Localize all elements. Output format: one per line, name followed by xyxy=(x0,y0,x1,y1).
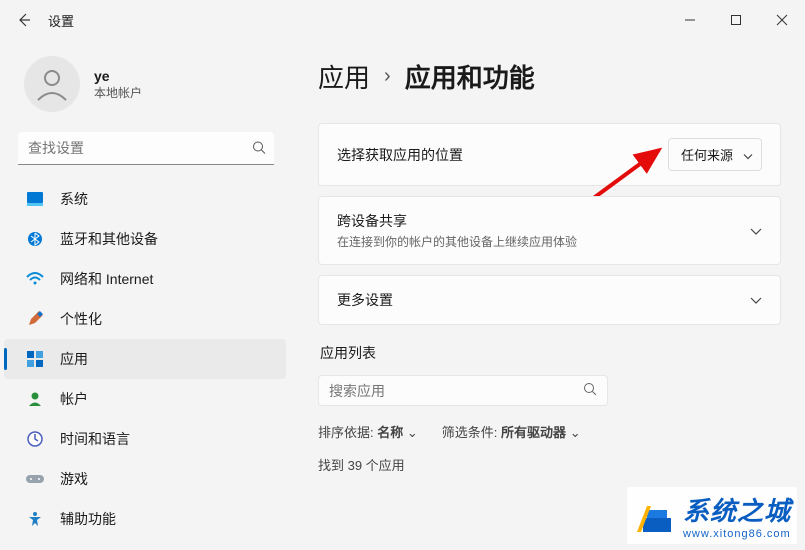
chevron-down-icon: ⌄ xyxy=(407,425,418,440)
share-label: 跨设备共享 xyxy=(337,211,577,231)
watermark-brand: 系统之城 xyxy=(683,491,791,528)
titlebar: 设置 xyxy=(0,0,805,40)
search-icon xyxy=(583,382,597,399)
sidebar-item-label: 帐户 xyxy=(60,389,88,409)
user-name: ye xyxy=(94,68,142,84)
chevron-right-icon: › xyxy=(384,65,391,88)
chevron-down-icon xyxy=(750,223,762,239)
breadcrumb-current: 应用和功能 xyxy=(405,58,535,95)
close-button[interactable] xyxy=(759,4,805,36)
chevron-down-icon xyxy=(750,292,762,308)
nav: 系统 蓝牙和其他设备 网络和 Internet 个性化 应用 帐户 xyxy=(0,179,290,539)
chevron-down-icon: ⌄ xyxy=(570,425,581,440)
accessibility-icon xyxy=(26,510,44,528)
app-source-select[interactable]: 任何来源 xyxy=(668,138,762,171)
breadcrumb: 应用 › 应用和功能 xyxy=(318,58,781,95)
app-count: 找到 39 个应用 xyxy=(318,455,781,474)
app-source-value: 任何来源 xyxy=(681,148,733,163)
sidebar-search[interactable] xyxy=(18,132,274,165)
sidebar-item-accessibility[interactable]: 辅助功能 xyxy=(4,499,286,539)
sidebar-item-system[interactable]: 系统 xyxy=(4,179,286,219)
bluetooth-icon xyxy=(26,230,44,248)
share-sub: 在连接到你的帐户的其他设备上继续应用体验 xyxy=(337,233,577,250)
time-language-icon xyxy=(26,430,44,448)
accounts-icon xyxy=(26,390,44,408)
sidebar-item-label: 网络和 Internet xyxy=(60,269,153,289)
sort-value: 名称 xyxy=(377,425,403,440)
sort-label: 排序依据: xyxy=(318,425,374,440)
sidebar-item-label: 应用 xyxy=(60,349,88,369)
wifi-icon xyxy=(26,270,44,288)
maximize-icon xyxy=(730,14,742,26)
chevron-down-icon xyxy=(743,147,753,162)
avatar xyxy=(24,56,80,112)
apps-icon xyxy=(26,350,44,368)
sidebar-item-label: 辅助功能 xyxy=(60,509,116,529)
search-input[interactable] xyxy=(18,132,274,165)
main-content: 应用 › 应用和功能 选择获取应用的位置 任何来源 跨设备共享 在连接到你的帐户… xyxy=(290,40,805,550)
person-icon xyxy=(32,64,72,104)
close-icon xyxy=(776,14,788,26)
sidebar-item-label: 个性化 xyxy=(60,309,102,329)
applist-search[interactable] xyxy=(318,375,608,406)
app-source-label: 选择获取应用的位置 xyxy=(337,145,463,165)
user-block[interactable]: ye 本地帐户 xyxy=(0,48,290,132)
minimize-button[interactable] xyxy=(667,4,713,36)
watermark-logo-icon xyxy=(633,496,677,536)
sidebar-item-gaming[interactable]: 游戏 xyxy=(4,459,286,499)
sidebar: ye 本地帐户 系统 蓝牙和其他设备 网络和 Internet 个性 xyxy=(0,40,290,550)
window-title: 设置 xyxy=(48,11,74,30)
filter-value: 所有驱动器 xyxy=(501,425,566,440)
filter-label: 筛选条件: xyxy=(442,425,498,440)
sidebar-item-apps[interactable]: 应用 xyxy=(4,339,286,379)
sidebar-item-bluetooth[interactable]: 蓝牙和其他设备 xyxy=(4,219,286,259)
sidebar-item-accounts[interactable]: 帐户 xyxy=(4,379,286,419)
filter-control[interactable]: 筛选条件: 所有驱动器 ⌄ xyxy=(442,422,581,441)
breadcrumb-parent[interactable]: 应用 xyxy=(318,58,370,95)
sort-filter-line: 排序依据: 名称 ⌄ 筛选条件: 所有驱动器 ⌄ xyxy=(318,422,781,441)
more-label: 更多设置 xyxy=(337,290,393,310)
watermark-url: www.xitong86.com xyxy=(683,528,791,540)
sort-control[interactable]: 排序依据: 名称 ⌄ xyxy=(318,422,418,441)
minimize-icon xyxy=(684,14,696,26)
sidebar-item-label: 蓝牙和其他设备 xyxy=(60,229,158,249)
personalization-icon xyxy=(26,310,44,328)
card-more-settings[interactable]: 更多设置 xyxy=(318,275,781,325)
card-app-source: 选择获取应用的位置 任何来源 xyxy=(318,123,781,186)
sidebar-item-label: 游戏 xyxy=(60,469,88,489)
watermark: 系统之城 www.xitong86.com xyxy=(627,487,797,544)
applist-title: 应用列表 xyxy=(320,343,781,363)
user-subtitle: 本地帐户 xyxy=(94,84,142,101)
applist-search-input[interactable] xyxy=(329,383,583,399)
maximize-button[interactable] xyxy=(713,4,759,36)
system-icon xyxy=(26,190,44,208)
gaming-icon xyxy=(26,470,44,488)
card-cross-device-share[interactable]: 跨设备共享 在连接到你的帐户的其他设备上继续应用体验 xyxy=(318,196,781,265)
search-icon xyxy=(252,140,266,157)
sidebar-item-network[interactable]: 网络和 Internet xyxy=(4,259,286,299)
sidebar-item-label: 系统 xyxy=(60,189,88,209)
back-button[interactable] xyxy=(8,4,40,36)
sidebar-item-time-language[interactable]: 时间和语言 xyxy=(4,419,286,459)
arrow-left-icon xyxy=(16,12,32,28)
sidebar-item-label: 时间和语言 xyxy=(60,429,130,449)
sidebar-item-personalization[interactable]: 个性化 xyxy=(4,299,286,339)
